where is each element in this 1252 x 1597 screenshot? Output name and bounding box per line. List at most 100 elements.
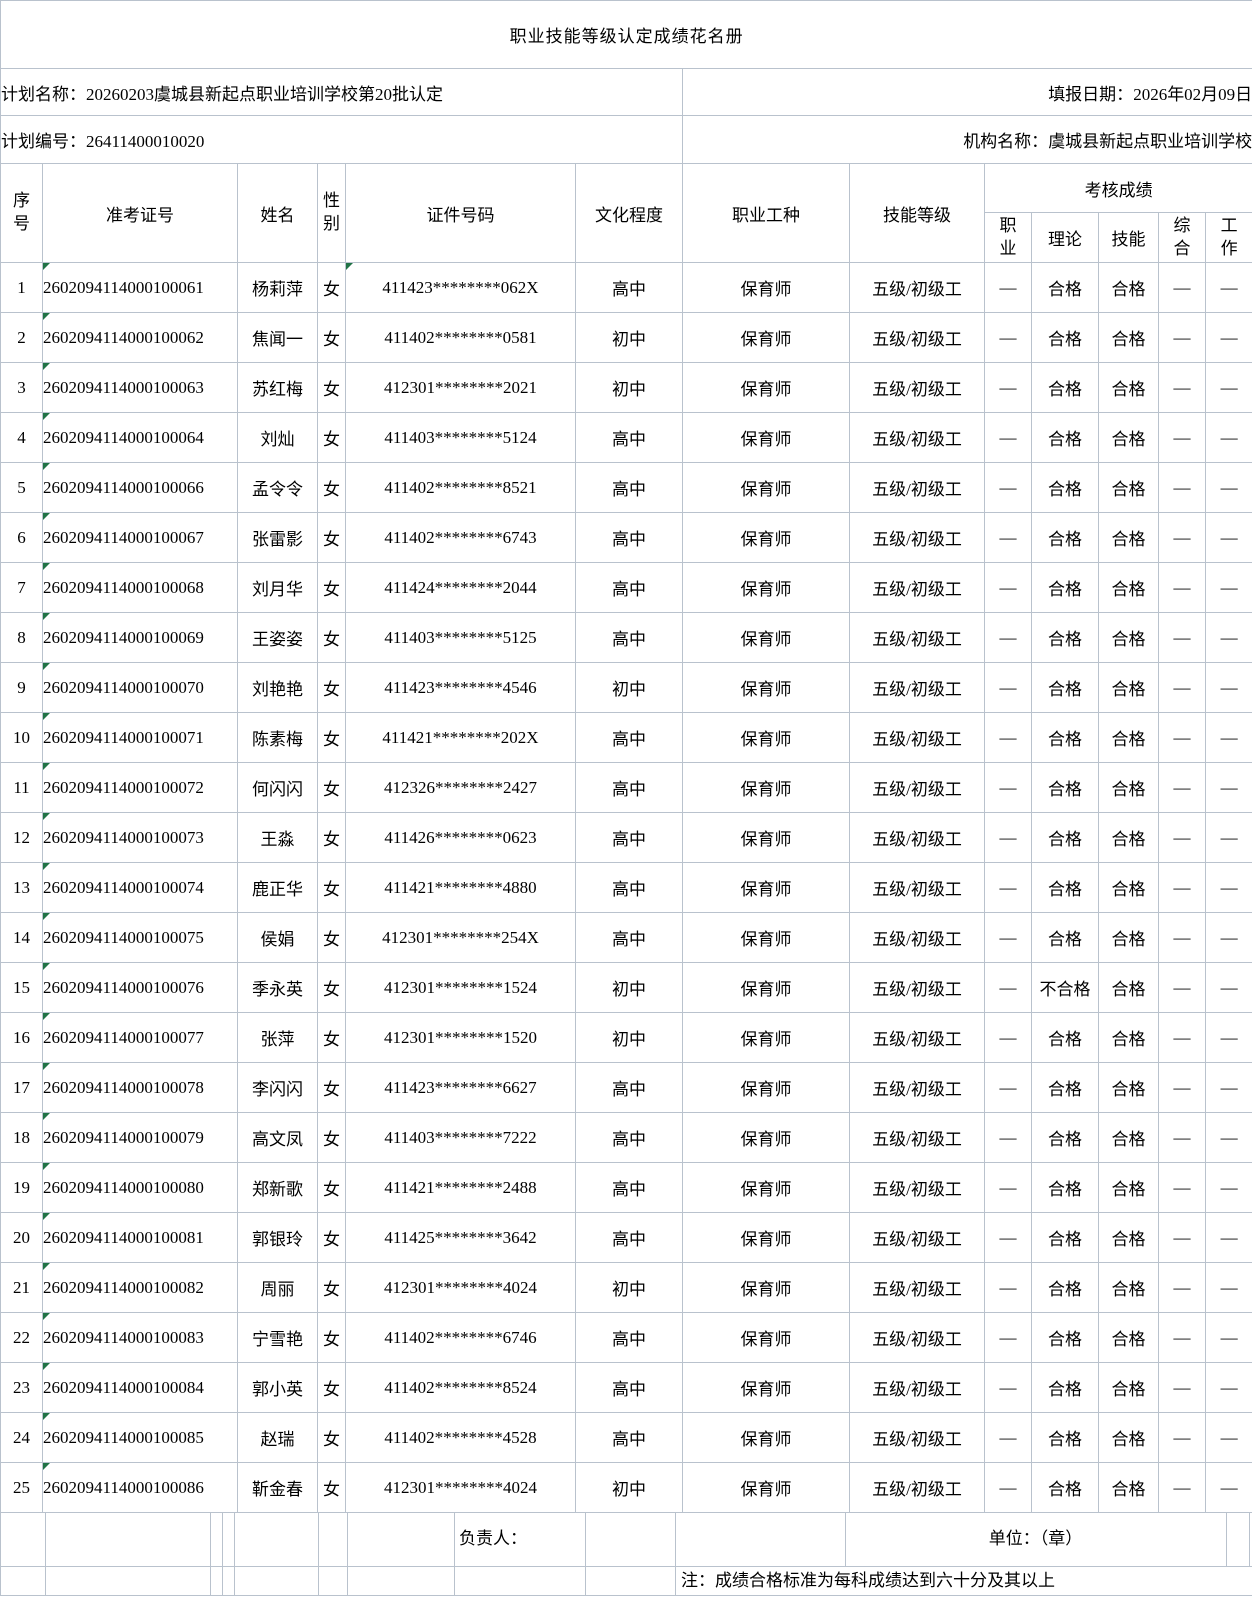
cell-score-theory[interactable]: 合格 xyxy=(1031,1412,1099,1463)
cell-score-skill[interactable]: 合格 xyxy=(1098,312,1159,363)
report-date-cell[interactable]: 填报日期：2026年02月09日 xyxy=(681,68,1252,116)
cell-id-no[interactable]: 411421********202X xyxy=(345,712,576,763)
cell-score-work[interactable]: — xyxy=(1204,1462,1252,1513)
cell-score-skill[interactable]: 合格 xyxy=(1098,662,1159,713)
cell-occupation[interactable]: 保育师 xyxy=(682,762,850,813)
cell-score-work[interactable]: — xyxy=(1204,612,1252,663)
cell-id-no[interactable]: 412301********254X xyxy=(345,912,576,963)
cell-score-theory[interactable]: 合格 xyxy=(1031,1312,1099,1363)
cell-level[interactable]: 五级/初级工 xyxy=(849,1412,985,1463)
cell-education[interactable]: 高中 xyxy=(575,462,683,513)
cell-gender[interactable]: 女 xyxy=(317,612,346,663)
cell-score-skill[interactable]: 合格 xyxy=(1098,1162,1159,1213)
plan-name-cell[interactable]: 计划名称：20260203虞城县新起点职业培训学校第20批认定 xyxy=(0,68,683,116)
cell-level[interactable]: 五级/初级工 xyxy=(849,362,985,413)
cell-exam-no[interactable]: 2602094114000100061 xyxy=(42,262,238,313)
cell-gender[interactable]: 女 xyxy=(317,1112,346,1163)
cell-education[interactable]: 初中 xyxy=(575,362,683,413)
cell-seq[interactable]: 15 xyxy=(0,962,43,1013)
cell-score-work[interactable]: — xyxy=(1204,1012,1252,1063)
cell-score-theory[interactable]: 合格 xyxy=(1031,662,1099,713)
cell-education[interactable]: 高中 xyxy=(575,1112,683,1163)
cell-score-theory[interactable]: 合格 xyxy=(1031,712,1099,763)
cell-score-comprehensive[interactable]: — xyxy=(1158,1362,1206,1413)
cell-gender[interactable]: 女 xyxy=(317,1312,346,1363)
cell-name[interactable]: 刘月华 xyxy=(237,562,318,613)
cell-occupation[interactable]: 保育师 xyxy=(682,1162,850,1213)
cell-score-theory[interactable]: 合格 xyxy=(1031,1262,1099,1313)
cell-education[interactable]: 高中 xyxy=(575,862,683,913)
cell-score-work[interactable]: — xyxy=(1204,962,1252,1013)
cell-gender[interactable]: 女 xyxy=(317,1412,346,1463)
cell-exam-no[interactable]: 2602094114000100086 xyxy=(42,1462,238,1513)
cell-gender[interactable]: 女 xyxy=(317,512,346,563)
cell-score-skill[interactable]: 合格 xyxy=(1098,962,1159,1013)
cell-exam-no[interactable]: 2602094114000100075 xyxy=(42,912,238,963)
cell-score-work[interactable]: — xyxy=(1204,912,1252,963)
cell-score-occupational[interactable]: — xyxy=(984,612,1032,663)
cell-name[interactable]: 宁雪艳 xyxy=(237,1312,318,1363)
cell-score-comprehensive[interactable]: — xyxy=(1158,1012,1206,1063)
cell-id-no[interactable]: 411424********2044 xyxy=(345,562,576,613)
cell-occupation[interactable]: 保育师 xyxy=(682,1212,850,1263)
cell-score-comprehensive[interactable]: — xyxy=(1158,712,1206,763)
cell-score-skill[interactable]: 合格 xyxy=(1098,512,1159,563)
cell-score-work[interactable]: — xyxy=(1204,762,1252,813)
cell-name[interactable]: 苏红梅 xyxy=(237,362,318,413)
cell-education[interactable]: 初中 xyxy=(575,1012,683,1063)
cell-score-occupational[interactable]: — xyxy=(984,1112,1032,1163)
cell-score-comprehensive[interactable]: — xyxy=(1158,1162,1206,1213)
cell-occupation[interactable]: 保育师 xyxy=(682,1462,850,1513)
cell-gender[interactable]: 女 xyxy=(317,812,346,863)
cell-education[interactable]: 高中 xyxy=(575,562,683,613)
cell-score-occupational[interactable]: — xyxy=(984,1412,1032,1463)
cell-education[interactable]: 高中 xyxy=(575,1412,683,1463)
cell-level[interactable]: 五级/初级工 xyxy=(849,662,985,713)
cell-score-work[interactable]: — xyxy=(1204,1412,1252,1463)
cell-name[interactable]: 侯娟 xyxy=(237,912,318,963)
cell-seq[interactable]: 2 xyxy=(0,312,43,363)
cell-seq[interactable]: 7 xyxy=(0,562,43,613)
cell-gender[interactable]: 女 xyxy=(317,1062,346,1113)
cell-name[interactable]: 张萍 xyxy=(237,1012,318,1063)
cell-occupation[interactable]: 保育师 xyxy=(682,562,850,613)
cell-seq[interactable]: 8 xyxy=(0,612,43,663)
cell-score-occupational[interactable]: — xyxy=(984,512,1032,563)
cell-score-occupational[interactable]: — xyxy=(984,262,1032,313)
cell-score-occupational[interactable]: — xyxy=(984,412,1032,463)
cell-score-comprehensive[interactable]: — xyxy=(1158,812,1206,863)
cell-occupation[interactable]: 保育师 xyxy=(682,612,850,663)
col-header-score-comprehensive[interactable]: 综 合 xyxy=(1158,212,1206,263)
cell-score-work[interactable]: — xyxy=(1204,262,1252,313)
col-header-name[interactable]: 姓名 xyxy=(237,163,318,263)
cell-education[interactable]: 高中 xyxy=(575,1212,683,1263)
cell-name[interactable]: 周丽 xyxy=(237,1262,318,1313)
col-header-id-no[interactable]: 证件号码 xyxy=(345,163,576,263)
cell-occupation[interactable]: 保育师 xyxy=(682,1412,850,1463)
cell-score-work[interactable]: — xyxy=(1204,1062,1252,1113)
cell-score-skill[interactable]: 合格 xyxy=(1098,562,1159,613)
cell-name[interactable]: 何闪闪 xyxy=(237,762,318,813)
cell-level[interactable]: 五级/初级工 xyxy=(849,812,985,863)
col-header-level[interactable]: 技能等级 xyxy=(849,163,985,263)
cell-exam-no[interactable]: 2602094114000100078 xyxy=(42,1062,238,1113)
cell-exam-no[interactable]: 2602094114000100070 xyxy=(42,662,238,713)
cell-score-occupational[interactable]: — xyxy=(984,1362,1032,1413)
cell-gender[interactable]: 女 xyxy=(317,1262,346,1313)
cell-gender[interactable]: 女 xyxy=(317,1212,346,1263)
col-header-exam-no[interactable]: 准考证号 xyxy=(42,163,238,263)
col-header-score-theory[interactable]: 理论 xyxy=(1031,212,1099,263)
cell-exam-no[interactable]: 2602094114000100085 xyxy=(42,1412,238,1463)
cell-name[interactable]: 鹿正华 xyxy=(237,862,318,913)
cell-occupation[interactable]: 保育师 xyxy=(682,1062,850,1113)
cell-name[interactable]: 孟令令 xyxy=(237,462,318,513)
cell-score-comprehensive[interactable]: — xyxy=(1158,1212,1206,1263)
cell-level[interactable]: 五级/初级工 xyxy=(849,1312,985,1363)
cell-seq[interactable]: 1 xyxy=(0,262,43,313)
cell-id-no[interactable]: 411426********0623 xyxy=(345,812,576,863)
cell-level[interactable]: 五级/初级工 xyxy=(849,612,985,663)
cell-seq[interactable]: 11 xyxy=(0,762,43,813)
cell-score-comprehensive[interactable]: — xyxy=(1158,1462,1206,1513)
col-header-score-work[interactable]: 工 作 xyxy=(1204,212,1252,263)
cell-score-theory[interactable]: 合格 xyxy=(1031,1362,1099,1413)
